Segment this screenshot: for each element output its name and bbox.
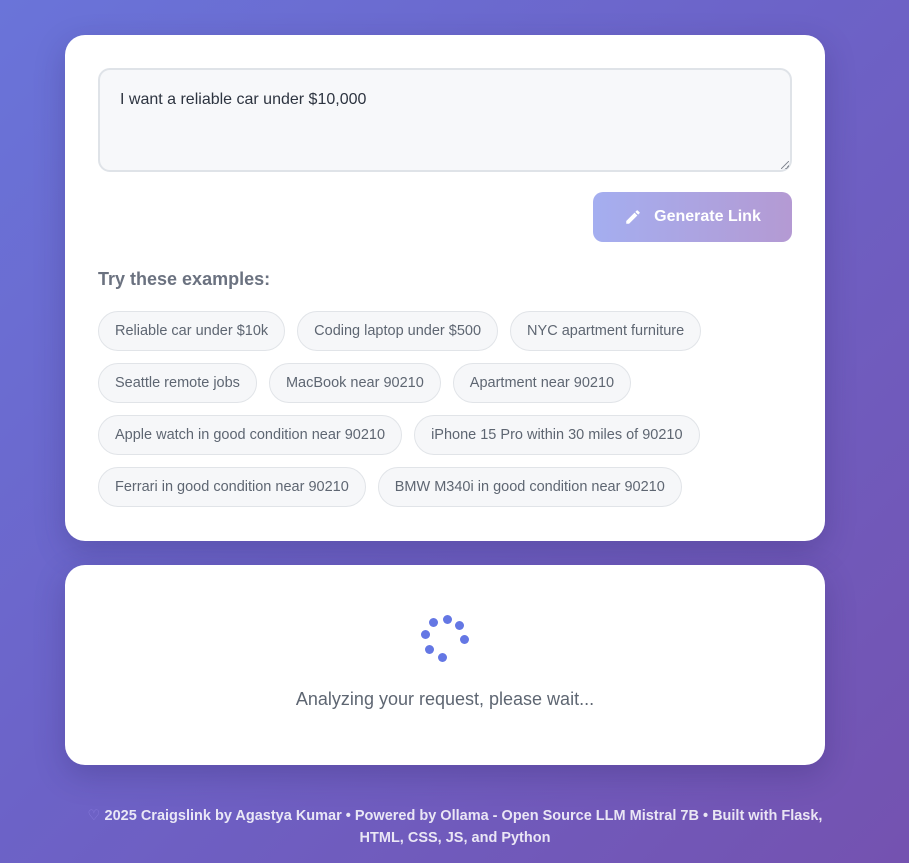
footer-credits: 2025 Craigslink by Agastya Kumar • Power… <box>104 808 823 824</box>
loading-card: Analyzing your request, please wait... <box>65 565 825 765</box>
generate-link-label: Generate Link <box>654 208 761 225</box>
resize-handle[interactable] <box>781 161 789 169</box>
footer-line-2: HTML, CSS, JS, and Python <box>359 830 551 846</box>
example-chip[interactable]: Seattle remote jobs <box>98 363 257 403</box>
pencil-icon <box>626 210 640 224</box>
chip-row: Ferrari in good condition near 90210 BMW… <box>98 467 798 507</box>
example-chip[interactable]: iPhone 15 Pro within 30 miles of 90210 <box>414 415 700 455</box>
examples-heading: Try these examples: <box>98 269 271 289</box>
footer: ♡ 2025 Craigslink by Agastya Kumar • Powe… <box>80 805 830 849</box>
example-chips: Reliable car under $10k Coding laptop un… <box>98 311 798 519</box>
example-chip[interactable]: BMW M340i in good condition near 90210 <box>377 467 682 507</box>
example-chip[interactable]: Apple watch in good condition near 90210 <box>98 415 403 455</box>
query-input[interactable]: I want a reliable car under $10,000 <box>98 68 792 172</box>
example-chip[interactable]: Apartment near 90210 <box>452 363 632 403</box>
example-chip[interactable]: Ferrari in good condition near 90210 <box>98 467 366 507</box>
example-chip[interactable]: MacBook near 90210 <box>268 363 441 403</box>
example-chip[interactable]: NYC apartment furniture <box>510 311 702 351</box>
footer-line-1: ♡ 2025 Craigslink by Agastya Kumar • Powe… <box>80 805 830 827</box>
example-chip[interactable]: Reliable car under $10k <box>98 311 286 351</box>
chip-row: Apple watch in good condition near 90210… <box>98 415 798 455</box>
chip-row: Seattle remote jobs MacBook near 90210 A… <box>98 363 798 403</box>
search-card: I want a reliable car under $10,000 Gene… <box>65 35 825 541</box>
loading-message: Analyzing your request, please wait... <box>295 689 595 709</box>
example-chip[interactable]: Coding laptop under $500 <box>297 311 499 351</box>
spinner-icon <box>420 613 472 665</box>
heart-icon: ♡ <box>87 808 101 824</box>
chip-row: Reliable car under $10k Coding laptop un… <box>98 311 798 351</box>
generate-link-button[interactable]: Generate Link <box>593 192 792 242</box>
